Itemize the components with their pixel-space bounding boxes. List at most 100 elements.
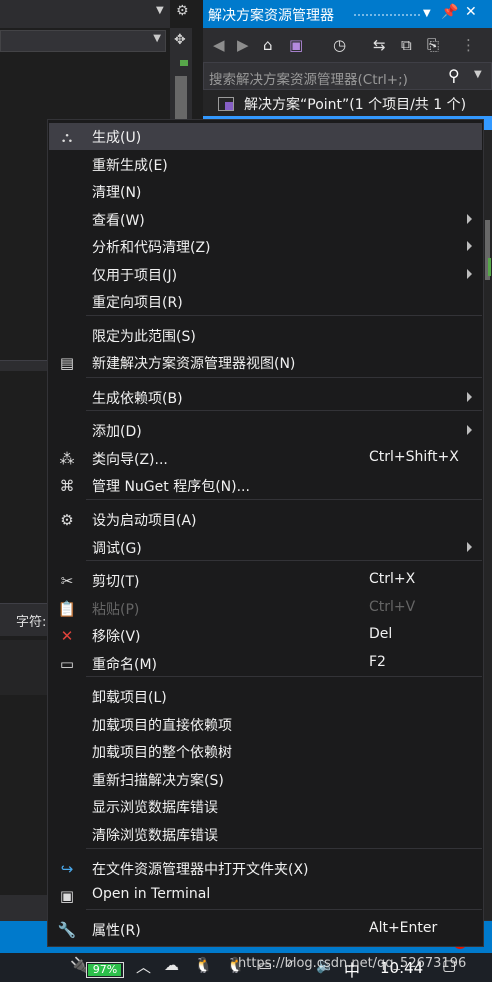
solution-explorer-search[interactable]: 搜索解决方案资源管理器(Ctrl+;) ⚲ ▼ — [203, 62, 492, 90]
menu-item-6[interactable]: 重定向项目(R) — [49, 288, 482, 315]
menu-item-17[interactable]: ✕ 移除(V) Del — [49, 622, 482, 649]
menu-item-26[interactable]: ▣ Open in Terminal — [49, 882, 482, 909]
submenu-arrow-icon — [467, 425, 472, 435]
menu-item-label: 清除浏览数据库错误 — [92, 828, 218, 844]
new-view-icon: ▤ — [59, 354, 75, 372]
menu-item-2[interactable]: 清理(N) — [49, 178, 482, 205]
menu-item-7[interactable]: 限定为此范围(S) — [49, 322, 482, 349]
menu-item-22[interactable]: 重新扫描解决方案(S) — [49, 766, 482, 793]
pin-icon[interactable]: 📌 — [441, 4, 458, 20]
show-all-files-icon[interactable]: ⎘ — [427, 36, 439, 54]
menu-item-19[interactable]: 卸载项目(L) — [49, 683, 482, 710]
submenu-arrow-icon — [467, 241, 472, 251]
menu-item-label: 加载项目的整个依赖树 — [92, 745, 232, 761]
solution-explorer-toolbar: ◀ ▶ ⌂ ▣ ◷ ⇆ ⧉ ⎘ ⋮ — [203, 28, 492, 62]
menu-item-label: 分析和代码清理(Z) — [92, 240, 211, 256]
menu-item-label: 属性(R) — [92, 923, 141, 939]
menu-item-label: 移除(V) — [92, 629, 141, 645]
qq-icon[interactable]: 🐧 — [194, 956, 213, 974]
chevron-down-icon: ▼ — [153, 33, 161, 44]
menu-item-0[interactable]: ⛬ 生成(U) — [49, 123, 482, 150]
search-placeholder: 搜索解决方案资源管理器(Ctrl+;) — [209, 72, 408, 88]
menu-separator — [86, 848, 482, 849]
menu-item-11[interactable]: ⁂ 类向导(Z)... Ctrl+Shift+X — [49, 445, 482, 472]
solution-icon — [218, 97, 234, 111]
menu-item-8[interactable]: ▤ 新建解决方案资源管理器视图(N) — [49, 349, 482, 376]
menu-separator — [86, 499, 482, 500]
menu-item-label: 调试(G) — [92, 541, 142, 557]
menu-item-10[interactable]: 添加(D) — [49, 417, 482, 444]
paste-icon: 📋 — [57, 600, 77, 618]
more-icon[interactable]: ⋮ — [461, 36, 476, 54]
back-icon[interactable]: ◀ — [213, 36, 225, 54]
menu-item-label: 管理 NuGet 程序包(N)... — [92, 479, 250, 495]
gear-icon: ⚙ — [60, 511, 74, 529]
menu-item-label: 查看(W) — [92, 213, 145, 229]
sync-icon[interactable]: ⇆ — [373, 36, 386, 54]
menu-item-16: 📋 粘贴(P) Ctrl+V — [49, 595, 482, 622]
menu-item-label: 清理(N) — [92, 185, 142, 201]
search-options-icon[interactable]: ▼ — [474, 69, 482, 80]
menu-item-27[interactable]: 🔧 属性(R) Alt+Enter — [49, 916, 482, 943]
menu-item-12[interactable]: ⌘ 管理 NuGet 程序包(N)... — [49, 472, 482, 499]
menu-item-shortcut: Ctrl+V — [369, 599, 416, 615]
solution-explorer-title: 解决方案资源管理器 — [208, 8, 334, 24]
forward-icon[interactable]: ▶ — [237, 36, 249, 54]
cloud-icon[interactable]: ☁ — [164, 956, 179, 974]
menu-item-9[interactable]: 生成依赖项(B) — [49, 384, 482, 411]
menu-item-label: 重新生成(E) — [92, 158, 168, 174]
wrench-icon: 🔧 — [57, 921, 77, 939]
menu-item-label: 卸载项目(L) — [92, 690, 167, 706]
chevron-up-icon[interactable]: ︿ — [136, 956, 151, 977]
pending-changes-icon[interactable]: ◷ — [333, 36, 346, 54]
menu-item-4[interactable]: 分析和代码清理(Z) — [49, 233, 482, 260]
solution-node[interactable]: 解决方案“Point”(1 个项目/共 1 个) — [244, 94, 466, 114]
scroll-marker — [488, 258, 491, 276]
char-label: 字符: — [16, 615, 47, 630]
project-context-menu: ⛬ 生成(U) 重新生成(E) 清理(N) 查看(W) 分析和代码清理(Z) 仅用于项目(J… — [47, 119, 484, 947]
window-menu-icon[interactable]: ▼ — [423, 8, 431, 19]
home-icon[interactable]: ⌂ — [263, 36, 273, 54]
submenu-arrow-icon — [467, 542, 472, 552]
menu-item-1[interactable]: 重新生成(E) — [49, 151, 482, 178]
menu-item-label: 设为启动项目(A) — [92, 513, 197, 529]
menu-item-3[interactable]: 查看(W) — [49, 206, 482, 233]
menu-item-label: 重定向项目(R) — [92, 295, 183, 311]
split-icon[interactable]: ✥ — [174, 32, 186, 48]
menu-item-shortcut: Ctrl+X — [369, 571, 416, 587]
menu-item-label: 重命名(M) — [92, 657, 158, 673]
editor-tab-bar: ▼ — [0, 0, 170, 28]
menu-item-15[interactable]: ✂ 剪切(T) Ctrl+X — [49, 567, 482, 594]
menu-item-24[interactable]: 清除浏览数据库错误 — [49, 821, 482, 848]
submenu-arrow-icon — [467, 269, 472, 279]
collapse-all-icon[interactable]: ⧉ — [401, 36, 412, 54]
menu-item-20[interactable]: 加载项目的直接依赖项 — [49, 711, 482, 738]
menu-separator — [86, 909, 482, 910]
menu-item-shortcut: Alt+Enter — [369, 920, 438, 936]
battery-indicator[interactable]: 97% — [86, 962, 124, 978]
menu-item-shortcut: F2 — [369, 654, 386, 670]
build-icon: ⛬ — [61, 128, 73, 146]
menu-item-label: 新建解决方案资源管理器视图(N) — [92, 356, 296, 372]
menu-item-21[interactable]: 加载项目的整个依赖树 — [49, 738, 482, 765]
close-icon[interactable]: ✕ — [465, 4, 477, 20]
menu-separator — [86, 377, 482, 378]
menu-item-label: 在文件资源管理器中打开文件夹(X) — [92, 862, 309, 878]
tab-dropdown-icon[interactable]: ▼ — [156, 5, 164, 16]
menu-item-label: 剪切(T) — [92, 574, 140, 590]
menu-item-18[interactable]: ▭ 重命名(M) F2 — [49, 650, 482, 677]
member-dropdown[interactable]: ▼ — [0, 30, 166, 52]
menu-item-label: 加载项目的直接依赖项 — [92, 718, 232, 734]
switch-views-icon[interactable]: ▣ — [289, 36, 303, 54]
menu-item-13[interactable]: ⚙ 设为启动项目(A) — [49, 506, 482, 533]
menu-item-5[interactable]: 仅用于项目(J) — [49, 261, 482, 288]
remove-icon: ✕ — [60, 627, 74, 645]
menu-item-25[interactable]: ↪ 在文件资源管理器中打开文件夹(X) — [49, 855, 482, 882]
menu-item-label: 生成(U) — [92, 130, 142, 146]
search-icon[interactable]: ⚲ — [448, 66, 460, 85]
nuget-icon: ⌘ — [59, 477, 75, 495]
menu-item-23[interactable]: 显示浏览数据库错误 — [49, 793, 482, 820]
settings-gear-icon[interactable]: ⚙ — [176, 3, 189, 19]
menu-item-label: 生成依赖项(B) — [92, 391, 183, 407]
menu-item-14[interactable]: 调试(G) — [49, 534, 482, 561]
